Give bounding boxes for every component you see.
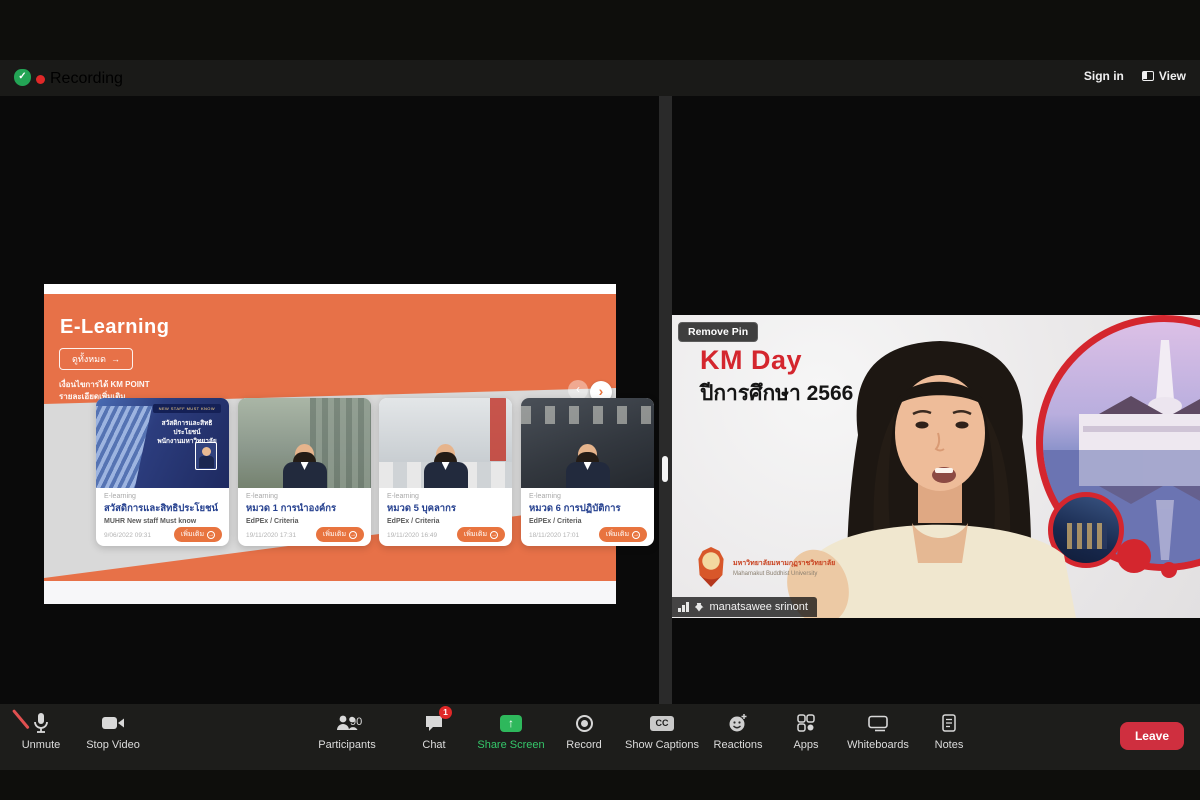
leave-button[interactable]: Leave [1120,722,1184,750]
card-category: E-learning [387,493,504,500]
course-card[interactable]: E-learning หมวด 6 การปฏิบัติการ EdPEx / … [521,398,654,546]
card-subtitle: MUHR New staff Must know [104,518,196,525]
apps-button[interactable]: Apps [782,712,830,751]
unmute-button[interactable]: Unmute [10,712,72,751]
camera-icon [101,715,125,731]
view-button-label: View [1159,69,1186,83]
card-category: E-learning [246,493,363,500]
card-date: 9/06/2022 09:31 [104,532,151,539]
presenter-figure [418,452,474,488]
course-thumbnail [521,398,654,488]
participants-button[interactable]: 90 Participants [307,712,387,751]
card-title: สวัสดิการและสิทธิประโยชน์ [104,501,221,516]
card-subtitle: EdPEx / Criteria [529,518,582,525]
course-card[interactable]: E-learning หมวด 1 การนำองค์กร EdPEx / Cr… [238,398,371,546]
card-title: หมวด 5 บุคลากร [387,501,504,516]
divider-drag-handle[interactable] [662,456,668,482]
chat-button[interactable]: 1 Chat [406,712,462,751]
show-captions-button[interactable]: CC Show Captions [616,712,708,751]
whiteboard-icon [867,715,889,732]
page-bottom-strip [44,581,616,604]
notes-button[interactable]: Notes [924,712,974,751]
recording-label: Recording [50,70,123,88]
audio-level-icon [678,602,689,612]
card-date: 18/11/2020 17:01 [529,532,579,539]
chat-unread-badge: 1 [439,706,452,719]
share-screen-icon: ↑ [500,715,522,732]
speaker-video-pane: KM Day ปีการศึกษา 2566 [672,96,1200,704]
card-subtitle: EdPEx / Criteria [246,518,299,525]
presenter-portrait [195,442,217,470]
whiteboards-button[interactable]: Whiteboards [836,712,920,751]
arrow-circle-icon: → [349,531,357,539]
arrow-circle-icon: → [632,531,640,539]
presenter-figure [560,452,616,488]
participant-name: manatsawee srinont [710,601,808,613]
office-red-accent [490,398,506,461]
meeting-top-bar: ✓ Recording Sign in View [0,60,1200,96]
record-icon [576,715,593,732]
card-more-button[interactable]: เพิ่มเติม → [174,527,222,542]
course-thumbnail [238,398,371,488]
presenter-figure [277,452,333,488]
card-category: E-learning [104,493,221,500]
card-subtitle: EdPEx / Criteria [387,518,440,525]
pin-icon [695,603,704,612]
meeting-window: ✓ Recording Sign in View E-Learning [0,60,1200,770]
reactions-smiley-icon [728,713,748,733]
building-photo-graphic [96,406,152,488]
closed-captions-icon: CC [650,716,674,731]
stop-video-button[interactable]: Stop Video [78,712,148,751]
office-window-graphic [521,406,654,424]
card-category: E-learning [529,493,646,500]
thumb-banner: NEW STAFF MUST KNOW [153,404,221,413]
notes-icon [941,714,957,732]
security-shield-icon[interactable]: ✓ [14,69,31,86]
participant-name-tag: manatsawee srinont [672,597,817,617]
card-more-button[interactable]: เพิ่มเติม → [316,527,364,542]
speaker-video-tile[interactable]: KM Day ปีการศึกษา 2566 [672,315,1200,618]
arrow-circle-icon: → [207,531,215,539]
shared-screen-pane: E-Learning ดูทั้งหมด → เงื่อนไขการได้ KM… [0,96,659,704]
recording-dot-icon [36,75,45,84]
view-all-arrow-icon: → [111,354,120,364]
course-thumbnail [379,398,512,488]
card-more-button[interactable]: เพิ่มเติม → [457,527,505,542]
apps-icon [797,714,815,732]
sign-in-button[interactable]: Sign in [1084,69,1124,83]
shared-browser-content: E-Learning ดูทั้งหมด → เงื่อนไขการได้ KM… [44,284,616,604]
course-card[interactable]: E-learning หมวด 5 บุคลากร EdPEx / Criter… [379,398,512,546]
microphone-icon [33,712,49,734]
view-all-button[interactable]: ดูทั้งหมด → [59,348,133,370]
reactions-button[interactable]: Reactions [700,712,776,751]
course-card[interactable]: NEW STAFF MUST KNOW สวัสดิการและสิทธิประ… [96,398,229,546]
record-button[interactable]: Record [556,712,612,751]
participants-count: 90 [350,716,362,728]
university-crest-icon [696,547,726,587]
pane-divider[interactable] [659,96,672,704]
course-thumbnail: NEW STAFF MUST KNOW สวัสดิการและสิทธิประ… [96,398,229,488]
view-layout-icon [1142,71,1154,81]
view-button[interactable]: View [1142,69,1186,83]
remove-pin-button[interactable]: Remove Pin [678,322,758,342]
zoom-meeting-screen: ✓ Recording Sign in View E-Learning [0,0,1200,800]
arrow-circle-icon: → [490,531,498,539]
card-date: 19/11/2020 17:31 [246,532,296,539]
muted-slash-icon [12,709,29,729]
card-date: 19/11/2020 16:49 [387,532,437,539]
card-title: หมวด 1 การนำองค์กร [246,501,363,516]
elearning-section-title: E-Learning [60,316,169,339]
university-name-english: Mahamakut Buddhist University [733,571,835,577]
meeting-toolbar: Unmute Stop Video [0,704,1200,770]
share-screen-button[interactable]: ↑ Share Screen [468,712,554,751]
recording-indicator: Recording [36,70,123,88]
card-more-button[interactable]: เพิ่มเติม → [599,527,647,542]
university-logo: มหาวิทยาลัยมหามกุฏราชวิทยาลัย Mahamakut … [696,547,835,587]
university-name-thai: มหาวิทยาลัยมหามกุฏราชวิทยาลัย [733,558,835,569]
card-title: หมวด 6 การปฏิบัติการ [529,501,646,516]
carousel-prev-button[interactable]: ‹ [568,380,588,400]
